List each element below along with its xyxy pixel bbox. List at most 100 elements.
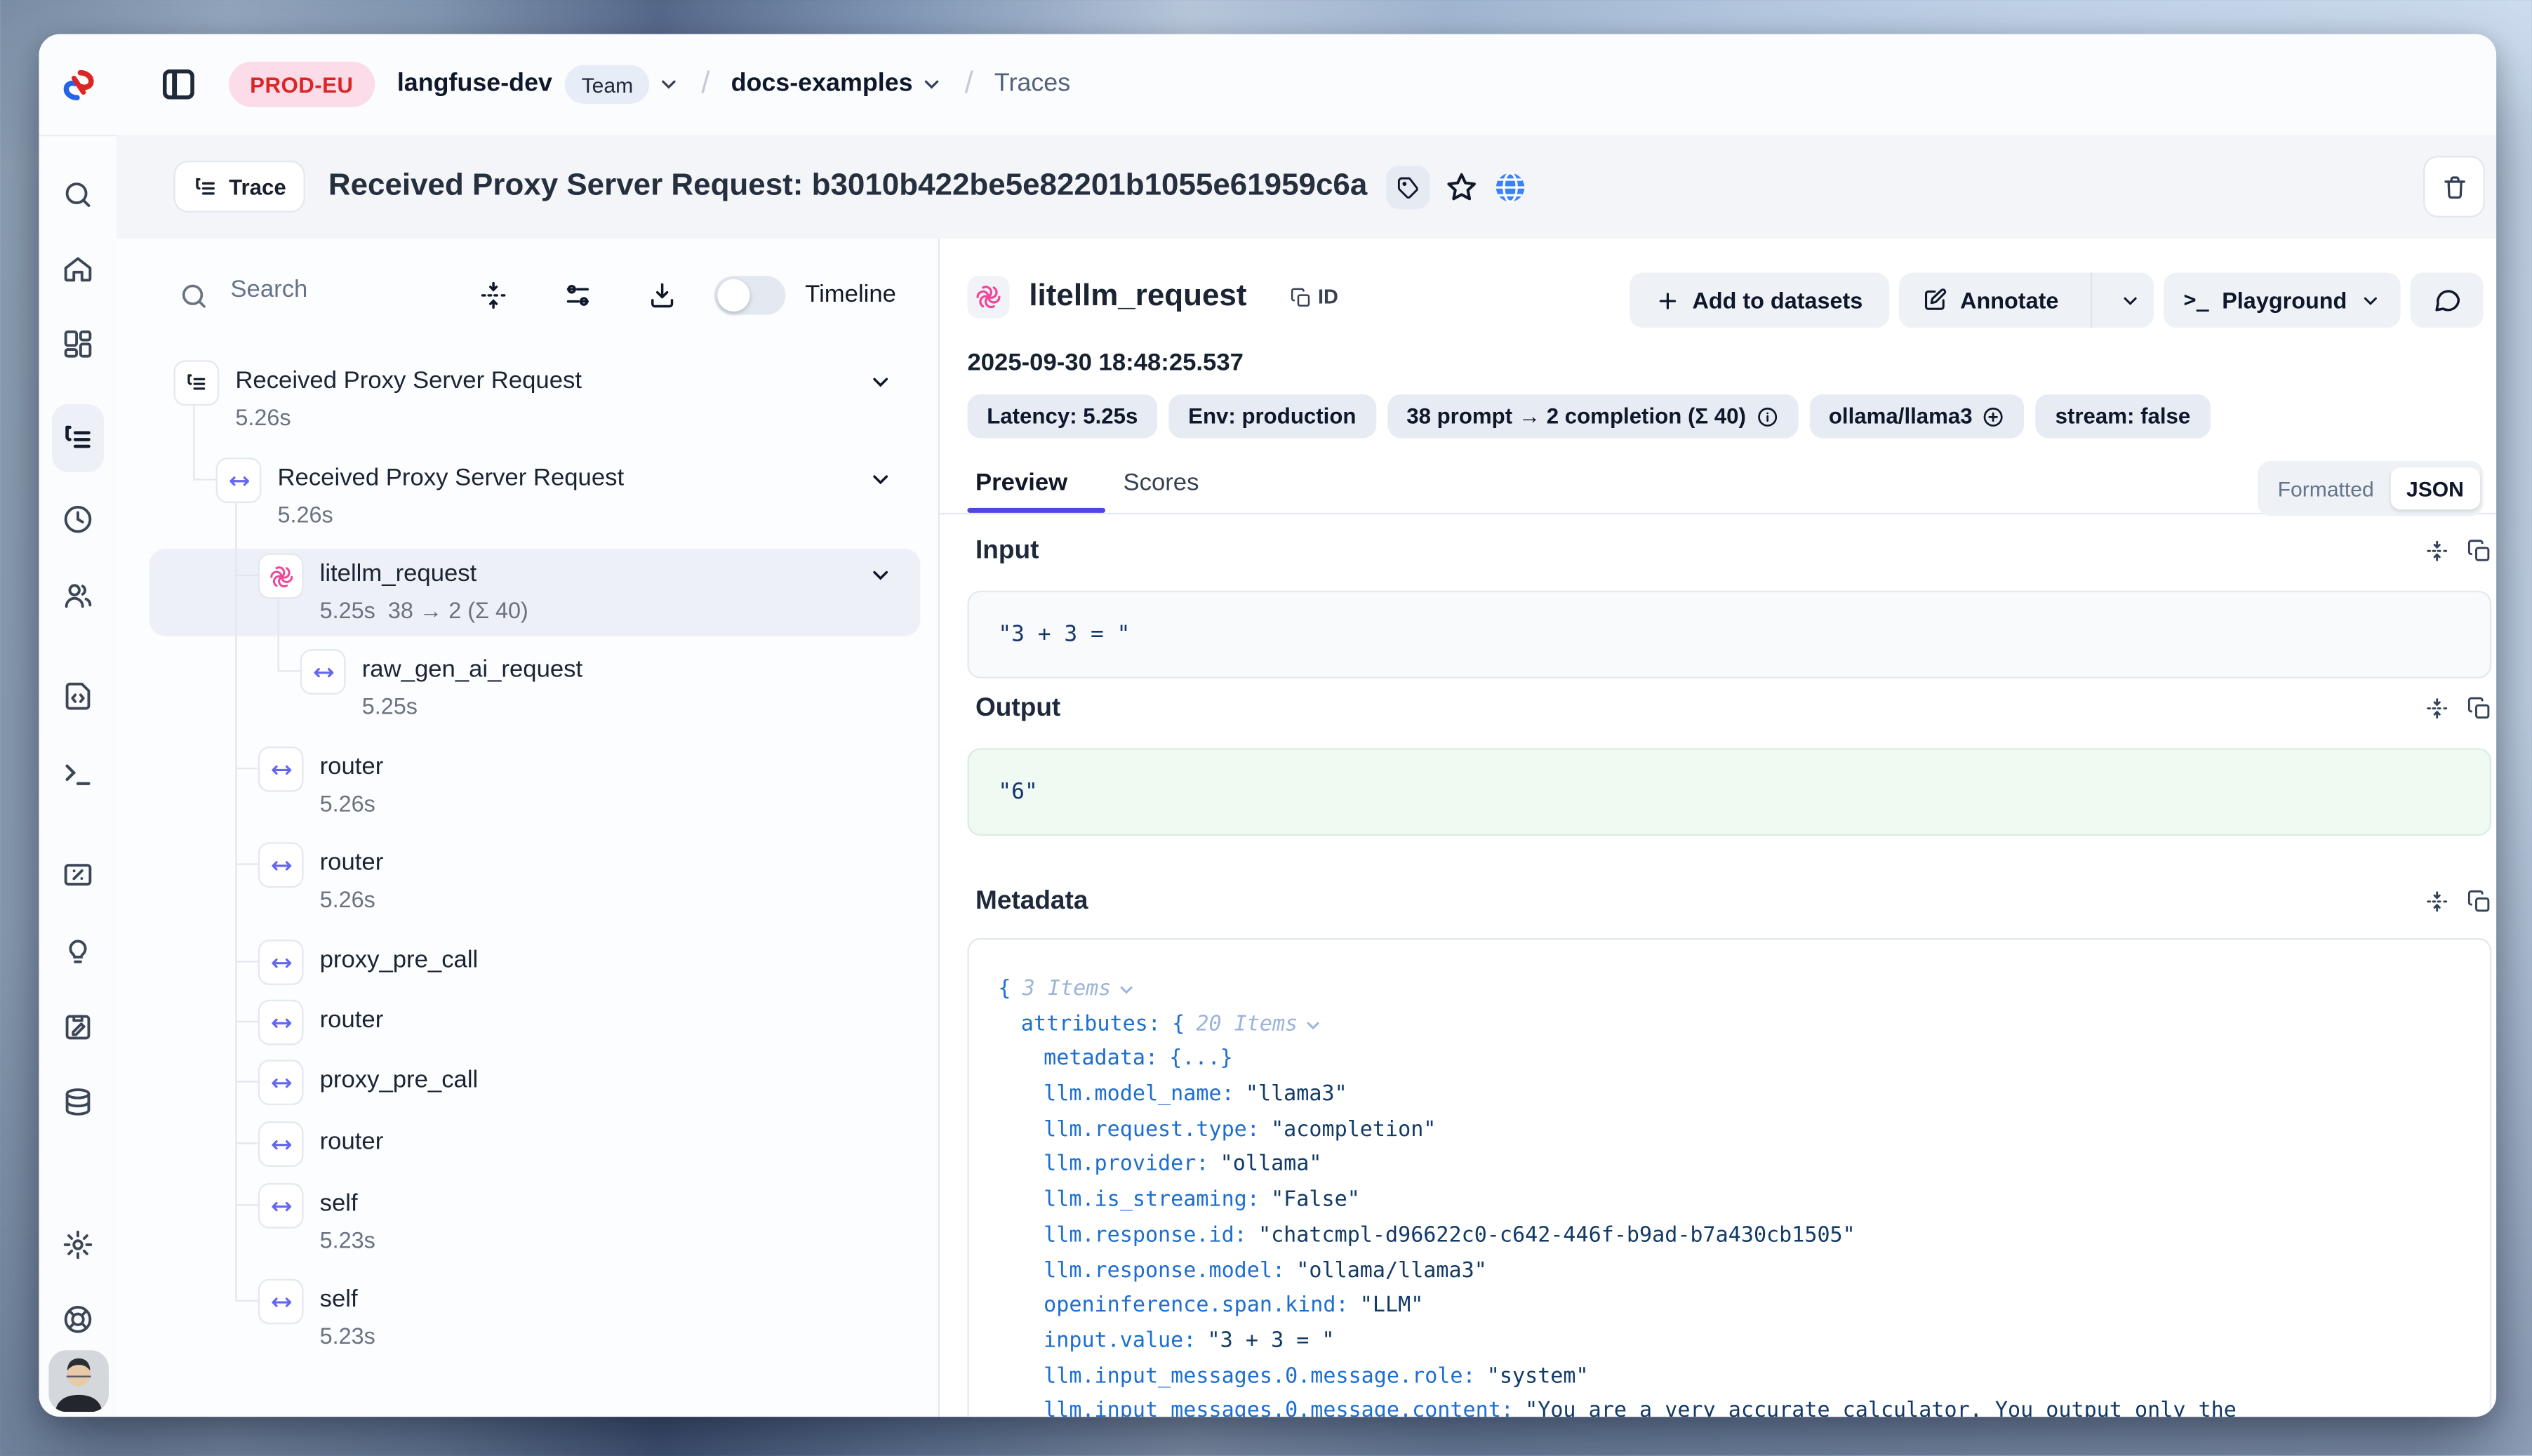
playground-label: Playground bbox=[2222, 287, 2347, 313]
metadata-section-heading: Metadata bbox=[975, 888, 1088, 917]
tree-connector bbox=[193, 479, 215, 480]
span-arrows-icon bbox=[269, 1010, 293, 1035]
token-usage-badge: 38 prompt → 2 completion (Σ 40) bbox=[1387, 394, 1797, 438]
format-option-formatted[interactable]: Formatted bbox=[2262, 476, 2390, 501]
span-arrows-icon bbox=[269, 1194, 293, 1218]
trace-type-badge: Trace bbox=[173, 161, 305, 213]
environment-badge[interactable]: PROD-EU bbox=[229, 62, 374, 107]
project-name[interactable]: docs-examples bbox=[731, 69, 913, 99]
trace-tree-icon bbox=[193, 175, 218, 199]
json-line[interactable]: metadata:{...} bbox=[969, 1043, 2490, 1078]
tree-connector bbox=[235, 1204, 258, 1205]
stream-badge: stream: false bbox=[2036, 394, 2210, 438]
dashboards-icon[interactable] bbox=[62, 328, 94, 360]
tab-preview[interactable]: Preview bbox=[975, 469, 1067, 496]
collapse-all-icon[interactable] bbox=[479, 281, 508, 310]
add-to-datasets-button[interactable]: Add to datasets bbox=[1629, 273, 1888, 328]
chevron-down-icon[interactable] bbox=[868, 467, 893, 492]
span-arrows-icon bbox=[269, 1070, 293, 1095]
settings-gear-icon[interactable] bbox=[62, 1229, 94, 1261]
chevron-down-icon[interactable] bbox=[868, 370, 893, 394]
users-icon[interactable] bbox=[62, 580, 94, 612]
model-badge[interactable]: ollama/llama3 bbox=[1809, 394, 2025, 438]
tracing-nav-icon[interactable] bbox=[62, 422, 94, 454]
tag-button[interactable] bbox=[1387, 165, 1430, 208]
comment-bubble-icon bbox=[2432, 286, 2462, 315]
chevron-down-icon[interactable] bbox=[868, 563, 893, 588]
span-arrows-icon bbox=[269, 853, 293, 877]
collapse-section-icon[interactable] bbox=[2425, 889, 2449, 914]
playground-button[interactable]: >_ Playground bbox=[2164, 273, 2401, 328]
observation-detail-panel: litellm_request ID Add to datasets Annot… bbox=[940, 239, 2496, 1417]
format-option-json[interactable]: JSON bbox=[2390, 467, 2480, 509]
trace-tree-icon bbox=[185, 372, 208, 394]
project-chevron-down-icon[interactable] bbox=[921, 73, 943, 95]
annotate-dropdown-button[interactable] bbox=[2105, 273, 2154, 328]
tab-scores[interactable]: Scores bbox=[1123, 469, 1199, 496]
organization-name[interactable]: langfuse-dev bbox=[397, 69, 552, 99]
input-content-box: "3 + 3 = " bbox=[967, 591, 2491, 679]
sidebar-toggle-icon[interactable] bbox=[159, 65, 199, 105]
span-arrows-icon bbox=[227, 468, 251, 493]
timeline-toggle-knob bbox=[717, 279, 749, 312]
user-avatar[interactable] bbox=[48, 1350, 109, 1412]
app-header: PROD-EU langfuse-dev Team / docs-example… bbox=[117, 34, 2497, 135]
span-arrows-icon bbox=[269, 757, 293, 782]
active-tab-indicator bbox=[967, 508, 1105, 513]
plus-circle-icon[interactable] bbox=[1983, 405, 2005, 427]
copy-icon[interactable] bbox=[2467, 889, 2491, 914]
span-arrows-icon bbox=[311, 660, 335, 684]
latency-badge: Latency: 5.25s bbox=[967, 394, 1157, 438]
input-value: "3 + 3 = " bbox=[998, 622, 1130, 648]
annotation-clipboard-icon[interactable] bbox=[62, 1011, 94, 1043]
tree-connector bbox=[235, 1300, 258, 1302]
datasets-database-icon[interactable] bbox=[62, 1086, 94, 1118]
json-line[interactable]: attributes:{20 Items bbox=[969, 1008, 2490, 1043]
insights-lightbulb-icon[interactable] bbox=[62, 935, 94, 967]
bookmark-star-icon[interactable] bbox=[1445, 170, 1479, 204]
evaluation-percent-icon[interactable] bbox=[62, 858, 94, 890]
home-icon[interactable] bbox=[62, 253, 94, 286]
chevron-down-icon bbox=[2119, 290, 2140, 311]
download-icon[interactable] bbox=[648, 281, 677, 310]
sessions-clock-icon[interactable] bbox=[62, 503, 94, 535]
search-nav-icon[interactable] bbox=[62, 178, 94, 211]
copy-icon[interactable] bbox=[2467, 696, 2491, 721]
tree-connector bbox=[235, 961, 258, 962]
tree-search-input[interactable] bbox=[227, 274, 445, 305]
annotate-button[interactable]: Annotate bbox=[1898, 273, 2154, 328]
output-value: "6" bbox=[998, 779, 1037, 805]
delete-trace-button[interactable] bbox=[2423, 156, 2485, 218]
tree-connector bbox=[235, 1021, 258, 1022]
tree-connector bbox=[193, 406, 194, 479]
playground-nav-icon[interactable] bbox=[62, 758, 94, 790]
collapse-section-icon[interactable] bbox=[2425, 696, 2449, 721]
span-arrows-icon bbox=[269, 950, 293, 975]
input-section-heading: Input bbox=[975, 537, 1039, 567]
observation-title: litellm_request bbox=[1029, 279, 1246, 315]
comments-button[interactable] bbox=[2411, 273, 2484, 328]
support-lifebuoy-icon[interactable] bbox=[62, 1303, 94, 1335]
generation-pinwheel-icon bbox=[975, 284, 1001, 310]
metadata-content-box: {3 Items attributes:{20 Items metadata:{… bbox=[967, 938, 2491, 1417]
collapse-section-icon[interactable] bbox=[2425, 539, 2449, 563]
collapse-chevron-icon[interactable] bbox=[1116, 980, 1135, 1000]
copy-id-button[interactable]: ID bbox=[1291, 286, 1338, 308]
json-line[interactable]: {3 Items bbox=[969, 972, 2490, 1007]
copy-icon bbox=[1291, 286, 1312, 307]
org-type-badge: Team bbox=[565, 65, 649, 105]
copy-icon[interactable] bbox=[2467, 539, 2491, 563]
breadcrumb-section[interactable]: Traces bbox=[994, 69, 1070, 99]
timeline-toggle[interactable] bbox=[714, 276, 786, 315]
prompts-file-icon[interactable] bbox=[62, 680, 94, 712]
org-chevron-down-icon[interactable] bbox=[658, 73, 680, 95]
tree-connector bbox=[277, 599, 279, 670]
info-icon[interactable] bbox=[1756, 405, 1778, 427]
langfuse-app-window: PROD-EU langfuse-dev Team / docs-example… bbox=[39, 34, 2497, 1417]
node-duration: 5.25s bbox=[320, 597, 375, 623]
public-globe-icon[interactable] bbox=[1494, 170, 1528, 204]
langfuse-logo[interactable] bbox=[39, 34, 117, 137]
collapse-chevron-icon[interactable] bbox=[1302, 1015, 1322, 1035]
tree-connector bbox=[235, 863, 258, 864]
tree-settings-icon[interactable] bbox=[564, 281, 593, 310]
